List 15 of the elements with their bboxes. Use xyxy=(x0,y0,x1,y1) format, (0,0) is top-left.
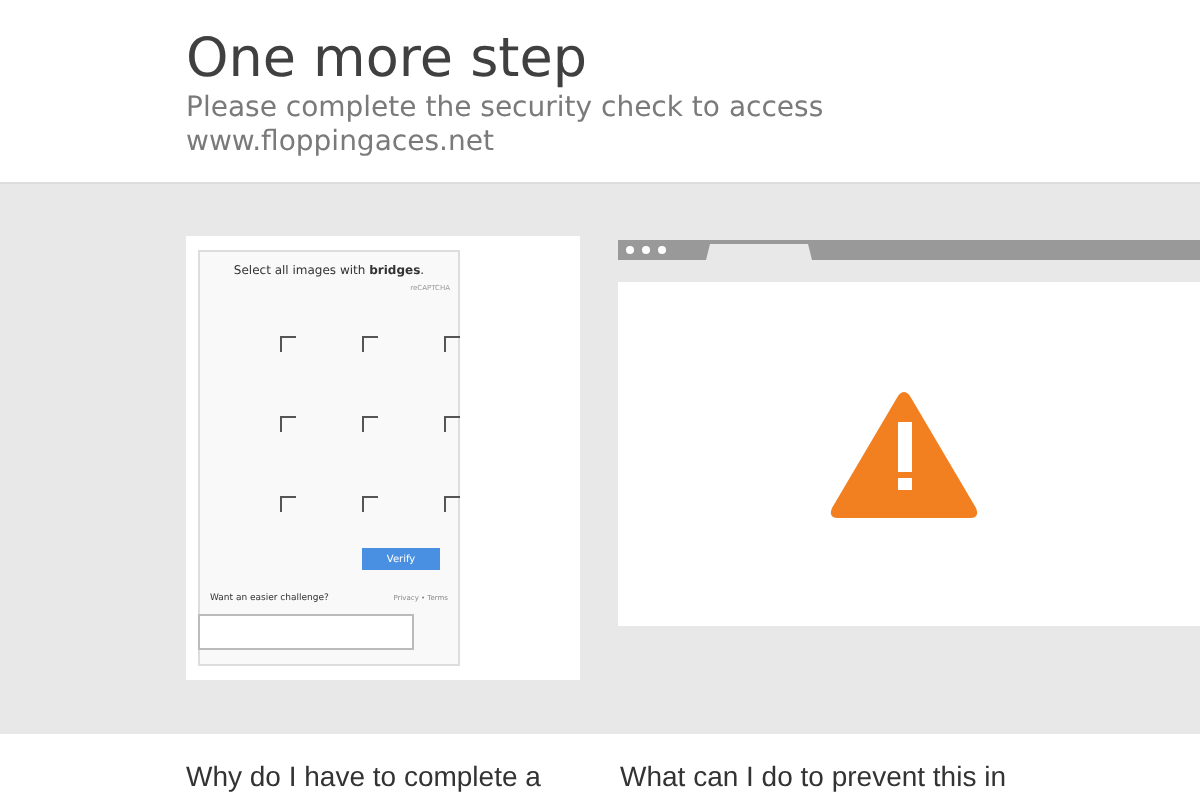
tile-corner-icon[interactable] xyxy=(362,496,378,512)
page-title: One more step xyxy=(186,28,589,92)
tile-corner-icon[interactable] xyxy=(444,336,460,352)
faq-question: Why do I have to complete a xyxy=(186,758,543,794)
tile-corner-icon[interactable] xyxy=(280,336,296,352)
tile-corner-icon[interactable] xyxy=(444,496,460,512)
tile-corner-icon[interactable] xyxy=(362,416,378,432)
tile-corner-icon[interactable] xyxy=(280,496,296,512)
input-field[interactable] xyxy=(198,614,414,650)
tile-corner-icon[interactable] xyxy=(362,336,378,352)
domain-text: www.floppingaces.net xyxy=(186,126,496,160)
faq-question: What can I do to prevent this in xyxy=(620,758,1008,794)
subtitle: Please complete the security check to access xyxy=(186,92,826,126)
tile-corner-icon[interactable] xyxy=(280,416,296,432)
tile-corner-icon[interactable] xyxy=(444,416,460,432)
